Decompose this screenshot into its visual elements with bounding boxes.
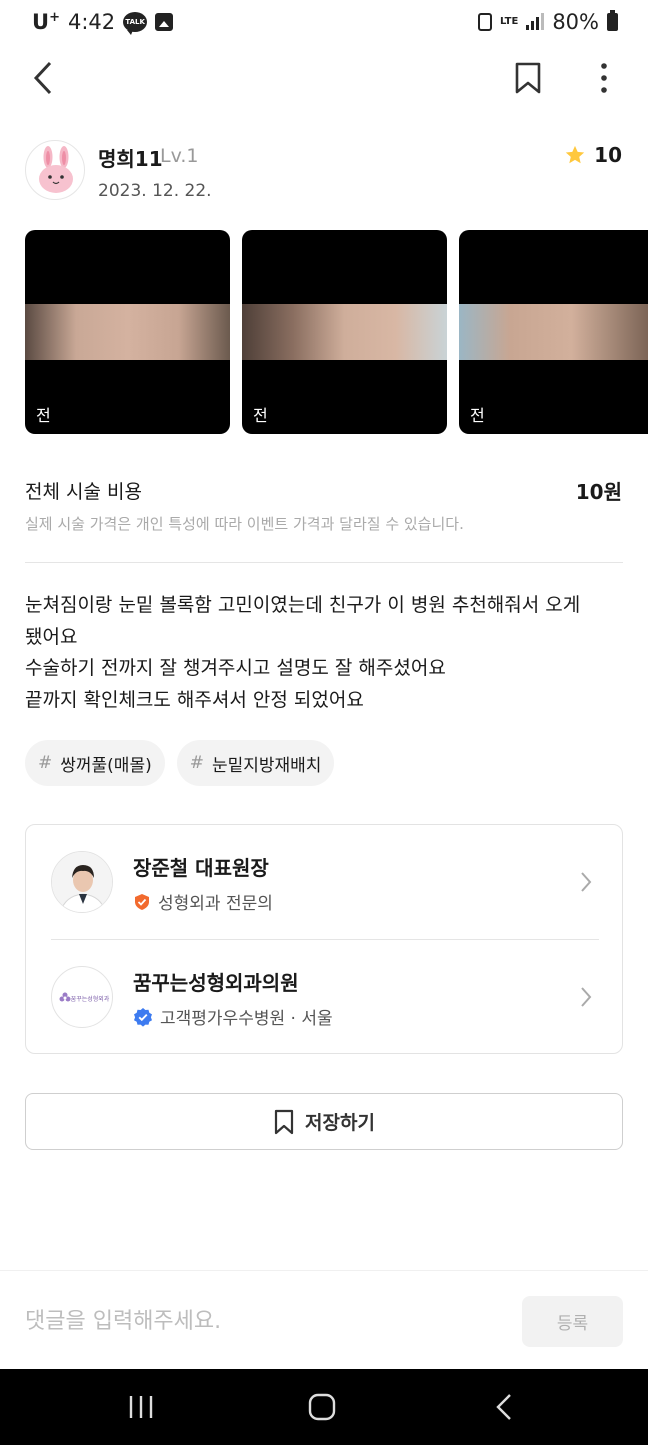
back-arrow-icon — [496, 1394, 511, 1420]
signal-icon — [526, 13, 545, 30]
doctor-name: 장준철 대표원장 — [133, 856, 269, 880]
doctor-avatar — [51, 851, 113, 913]
bookmark-icon — [274, 1109, 294, 1134]
doctor-row[interactable]: 장준철 대표원장 성형외과 전문의 — [26, 825, 622, 939]
divider — [25, 562, 623, 563]
hash-icon: # — [38, 753, 53, 773]
review-photo[interactable]: 전 — [242, 230, 447, 434]
photo-image — [242, 304, 447, 360]
doctor-badge-label: 성형외과 전문의 — [158, 894, 273, 914]
price-value: 10원 — [575, 480, 622, 504]
post-date: 2023. 12. 22. — [98, 181, 212, 201]
kakaotalk-icon: TALK — [123, 12, 148, 35]
hospital-badge: 고객평가우수병원 · 서울 — [133, 1004, 333, 1029]
photo-label: 전 — [253, 406, 268, 425]
recent-apps-icon — [129, 1396, 153, 1418]
photo-label: 전 — [470, 406, 485, 425]
battery-level: 80% — [552, 10, 599, 34]
system-nav-bar — [0, 1369, 648, 1445]
tag-chip[interactable]: # 눈밑지방재배치 — [176, 740, 335, 786]
hospital-logo: 꿈꾸는성형외과 — [51, 966, 113, 1028]
gallery-icon — [155, 13, 174, 31]
chevron-left-icon — [33, 61, 52, 95]
comment-bar: 등록 — [0, 1270, 648, 1370]
photo-image — [459, 304, 648, 360]
hospital-name: 꿈꾸는성형외과의원 — [133, 971, 299, 995]
save-button[interactable]: 저장하기 — [25, 1093, 623, 1150]
home-icon — [308, 1393, 336, 1421]
home-button[interactable] — [302, 1391, 342, 1423]
price-label: 전체 시술 비용 — [25, 481, 142, 503]
recycle-icon — [477, 13, 492, 31]
back-button[interactable] — [28, 58, 60, 98]
photo-label: 전 — [36, 406, 51, 425]
star-icon — [565, 145, 585, 164]
bookmark-button[interactable] — [512, 58, 544, 98]
top-nav — [0, 50, 648, 106]
recent-apps-button[interactable] — [121, 1391, 161, 1423]
tag-chip[interactable]: # 쌍꺼풀(매몰) — [25, 740, 165, 786]
price-note: 실제 시술 가격은 개인 특성에 따라 이벤트 가격과 달라질 수 있습니다. — [25, 515, 464, 533]
rating-value: 10 — [594, 143, 622, 167]
more-vertical-icon — [601, 63, 607, 93]
author-level: Lv.1 — [160, 145, 199, 167]
hash-icon: # — [189, 753, 204, 773]
tag-list: # 쌍꺼풀(매몰) # 눈밑지방재배치 — [25, 740, 335, 786]
review-line: 수술하기 전까지 잘 챙겨주시고 설명도 잘 해주셨어요 — [25, 657, 446, 679]
carrier-label: U+ — [32, 10, 60, 34]
status-time: 4:42 — [67, 10, 116, 34]
chevron-right-icon — [581, 987, 592, 1007]
tag-label: 눈밑지방재배치 — [211, 755, 322, 776]
network-type: LTE — [499, 16, 519, 27]
more-options-button[interactable] — [588, 58, 620, 98]
bunny-avatar-icon — [39, 146, 73, 193]
review-line: 됐어요 — [25, 625, 78, 648]
review-text: 눈쳐짐이랑 눈밑 볼록함 고민이였는데 친구가 이 병원 추천해줘서 오게 됐어… — [25, 590, 625, 716]
specialist-badge-icon — [135, 893, 149, 910]
save-button-label: 저장하기 — [305, 1112, 375, 1134]
submit-comment-button[interactable]: 등록 — [522, 1296, 623, 1347]
bookmark-icon — [515, 62, 541, 94]
comment-input[interactable] — [25, 1301, 495, 1341]
photo-carousel[interactable]: 전 전 전 — [25, 230, 648, 435]
hospital-row[interactable]: 꿈꾸는성형외과 꿈꾸는성형외과의원 고객평가우수병원 · 서울 — [26, 940, 622, 1054]
status-bar: U+ 4:42 TALK LTE 80% — [0, 0, 648, 44]
chevron-right-icon — [581, 872, 592, 892]
author-name[interactable]: 명희11 — [98, 143, 163, 172]
doctor-badge: 성형외과 전문의 — [133, 889, 273, 914]
tag-label: 쌍꺼풀(매몰) — [60, 755, 152, 776]
hospital-badge-label: 고객평가우수병원 · 서울 — [160, 1009, 333, 1029]
author-avatar[interactable] — [25, 140, 85, 200]
hospital-logo-text: 꿈꾸는성형외과 — [70, 996, 110, 1003]
review-line: 눈쳐짐이랑 눈밑 볼록함 고민이였는데 친구가 이 병원 추천해줘서 오게 — [25, 594, 581, 616]
hospital-card: 장준철 대표원장 성형외과 전문의 꿈꾸는성형외과 꿈꾸는성형외과의원 고객평가… — [25, 824, 623, 1054]
photo-image — [25, 304, 230, 360]
battery-icon — [607, 10, 618, 31]
review-line: 끝까지 확인체크도 해주셔서 안정 되었어요 — [25, 688, 364, 711]
verified-badge-icon — [134, 1007, 152, 1027]
doctor-portrait-icon — [52, 852, 112, 912]
review-photo[interactable]: 전 — [459, 230, 648, 434]
review-photo[interactable]: 전 — [25, 230, 230, 434]
system-back-button[interactable] — [484, 1391, 524, 1423]
rating: 10 — [564, 143, 622, 167]
